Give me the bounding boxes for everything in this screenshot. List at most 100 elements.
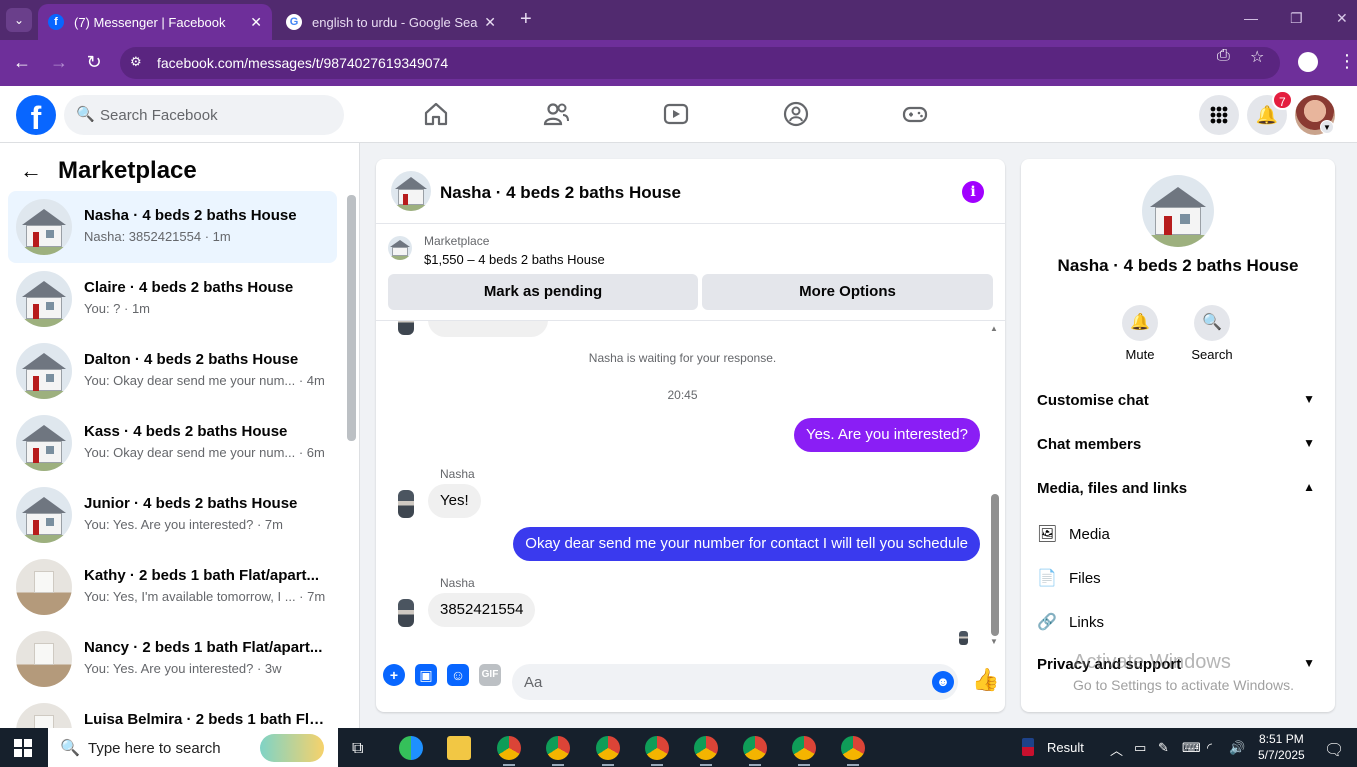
wifi-icon[interactable]: ◜ xyxy=(1207,740,1212,756)
info-icon[interactable]: i xyxy=(962,181,984,203)
tab-messenger[interactable]: f (7) Messenger | Facebook ✕ xyxy=(38,4,272,40)
incoming-message[interactable]: Yes! xyxy=(428,484,481,518)
groups-icon[interactable] xyxy=(782,100,810,128)
conversation-item[interactable]: Dalton · 4 beds 2 baths House You: Okay … xyxy=(8,335,337,407)
meet-now-icon[interactable]: ▭ xyxy=(1134,740,1146,756)
system-clock[interactable]: 8:51 PM 5/7/2025 xyxy=(1258,731,1305,763)
chrome-profile-icon[interactable] xyxy=(743,736,767,766)
chat-members-row[interactable]: Chat members ▼ xyxy=(1037,436,1319,460)
pen-icon[interactable]: ✎ xyxy=(1158,740,1169,756)
chat-title[interactable]: Nasha · 4 beds 2 baths House xyxy=(440,183,681,203)
task-view-icon[interactable]: ⧉ xyxy=(352,740,363,758)
conversation-item[interactable]: Kathy · 2 beds 1 bath Flat/apart... You:… xyxy=(8,551,337,623)
outgoing-message[interactable]: Yes. Are you interested? xyxy=(793,418,980,452)
site-info-icon[interactable]: ⚙ xyxy=(130,54,142,70)
listing-price-title[interactable]: $1,550 – 4 beds 2 baths House xyxy=(424,252,605,267)
conversation-item[interactable]: Kass · 4 beds 2 baths House You: Okay de… xyxy=(8,407,337,479)
chrome-profile-icon[interactable] xyxy=(546,736,570,766)
chat-avatar[interactable] xyxy=(391,171,431,211)
back-arrow-icon[interactable]: ← xyxy=(11,52,33,73)
new-tab-icon[interactable]: + xyxy=(520,8,532,31)
close-tab-icon[interactable]: ✕ xyxy=(484,14,496,31)
chrome-profile-icon[interactable] xyxy=(596,736,620,766)
links-label: Links xyxy=(1069,614,1105,631)
sender-avatar[interactable] xyxy=(398,599,414,627)
edge-icon[interactable] xyxy=(399,736,423,760)
volume-icon[interactable]: 🔊 xyxy=(1229,740,1245,756)
menu-grid-icon[interactable] xyxy=(1199,95,1239,135)
chrome-profile-icon[interactable] xyxy=(792,736,816,766)
plus-circle-icon[interactable]: + xyxy=(383,664,405,686)
reload-icon[interactable]: ↻ xyxy=(83,52,105,73)
search-conversation-button[interactable]: 🔍 Search xyxy=(1182,305,1242,362)
chevron-up-icon[interactable]: ︿ xyxy=(1110,740,1123,759)
windows-start-icon[interactable] xyxy=(14,739,32,757)
close-tab-icon[interactable]: ✕ xyxy=(250,14,262,31)
chrome-profile-icon[interactable] xyxy=(841,736,865,766)
emoji-icon[interactable]: ☻ xyxy=(932,671,954,693)
video-icon[interactable] xyxy=(662,100,690,128)
message-input[interactable]: Aa ☻ xyxy=(512,664,958,700)
notification-center-icon[interactable]: 🗨 xyxy=(1324,740,1344,760)
browser-menu-icon[interactable]: ⋮ xyxy=(1338,51,1356,72)
nba-icon[interactable] xyxy=(1022,738,1034,756)
outgoing-message[interactable]: Okay dear send me your number for contac… xyxy=(513,527,980,561)
conversation-item[interactable]: Claire · 4 beds 2 baths House You: ? · 1… xyxy=(8,263,337,335)
gif-icon[interactable]: GIF xyxy=(479,664,501,686)
restore-icon[interactable]: ❐ xyxy=(1290,10,1303,27)
message-thread: Nasha is waiting for your response. 20:4… xyxy=(376,321,1005,651)
back-arrow-icon[interactable]: ← xyxy=(20,158,42,184)
sender-avatar[interactable] xyxy=(398,490,414,518)
conversation-item[interactable]: Nasha · 4 beds 2 baths House Nasha: 3852… xyxy=(8,191,337,263)
chrome-profile-icon[interactable] xyxy=(645,736,669,766)
media-item[interactable]: 🖼 Media xyxy=(1037,524,1319,548)
chevron-down-icon: ▼ xyxy=(1303,392,1315,406)
window-close-icon[interactable]: ✕ xyxy=(1336,10,1348,27)
facebook-logo[interactable]: f xyxy=(16,95,56,135)
gaming-icon[interactable] xyxy=(901,100,929,128)
conversation-item[interactable]: Junior · 4 beds 2 baths House You: Yes. … xyxy=(8,479,337,551)
chrome-icon[interactable] xyxy=(497,736,521,766)
details-avatar[interactable] xyxy=(1142,175,1214,247)
conversation-name: Luisa Belmira · 2 beds 1 bath Flat... xyxy=(84,711,329,728)
mute-button[interactable]: 🔔 Mute xyxy=(1110,305,1170,362)
thumbs-up-icon[interactable]: 👍 xyxy=(972,667,999,693)
sticker-icon[interactable]: ☺ xyxy=(447,664,469,686)
notification-count-badge: 7 xyxy=(1272,90,1293,110)
minimize-icon[interactable]: — xyxy=(1244,10,1258,26)
listing-thumbnail xyxy=(16,343,72,399)
conversation-snippet: You: Yes, I'm available tomorrow, I ... … xyxy=(84,589,326,604)
photo-attach-icon[interactable]: ▣ xyxy=(415,664,437,686)
more-options-button[interactable]: More Options xyxy=(702,274,993,310)
bookmark-star-icon[interactable]: ☆ xyxy=(1250,47,1264,67)
files-item[interactable]: 📄 Files xyxy=(1037,568,1319,592)
facebook-search-input[interactable]: 🔍 Search Facebook xyxy=(64,95,344,135)
forward-arrow-icon[interactable]: → xyxy=(48,52,70,73)
scroll-up-arrow-icon[interactable]: ▲ xyxy=(990,324,998,333)
mark-as-pending-button[interactable]: Mark as pending xyxy=(388,274,698,310)
incoming-message[interactable]: 3852421554 xyxy=(428,593,536,627)
scroll-down-arrow-icon[interactable]: ▼ xyxy=(990,637,998,646)
browser-profile-avatar[interactable] xyxy=(1298,52,1318,72)
tab-google-search[interactable]: G english to urdu - Google Search ✕ xyxy=(276,4,506,40)
customise-chat-row[interactable]: Customise chat ▼ xyxy=(1037,392,1319,416)
tab-search-menu-button[interactable]: ⌄ xyxy=(6,8,32,32)
message-placeholder: Aa xyxy=(524,674,543,691)
conversation-item[interactable]: Nancy · 2 beds 1 bath Flat/apart... You:… xyxy=(8,623,337,695)
chat-scrollbar[interactable] xyxy=(991,494,999,636)
links-item[interactable]: 🔗 Links xyxy=(1037,612,1319,636)
friends-icon[interactable] xyxy=(542,100,570,128)
taskbar-search-input[interactable]: 🔍 Type here to search xyxy=(48,728,338,767)
listing-thumbnail xyxy=(16,487,72,543)
chevron-down-icon[interactable]: ▼ xyxy=(1320,120,1334,134)
conversation-item[interactable]: Luisa Belmira · 2 beds 1 bath Flat... xyxy=(8,695,337,728)
chrome-profile-icon[interactable] xyxy=(694,736,718,766)
address-bar[interactable]: ⚙ facebook.com/messages/t/98740276193490… xyxy=(120,47,1280,79)
file-explorer-icon[interactable] xyxy=(447,736,471,760)
media-files-links-row[interactable]: Media, files and links ▲ xyxy=(1037,480,1319,504)
language-icon[interactable]: ⌨ xyxy=(1182,740,1201,756)
home-icon[interactable] xyxy=(422,100,450,128)
install-app-icon[interactable]: ⎙ xyxy=(1217,47,1230,65)
conversation-list-scrollbar[interactable] xyxy=(347,195,356,441)
news-widget-label[interactable]: Result xyxy=(1047,740,1084,755)
